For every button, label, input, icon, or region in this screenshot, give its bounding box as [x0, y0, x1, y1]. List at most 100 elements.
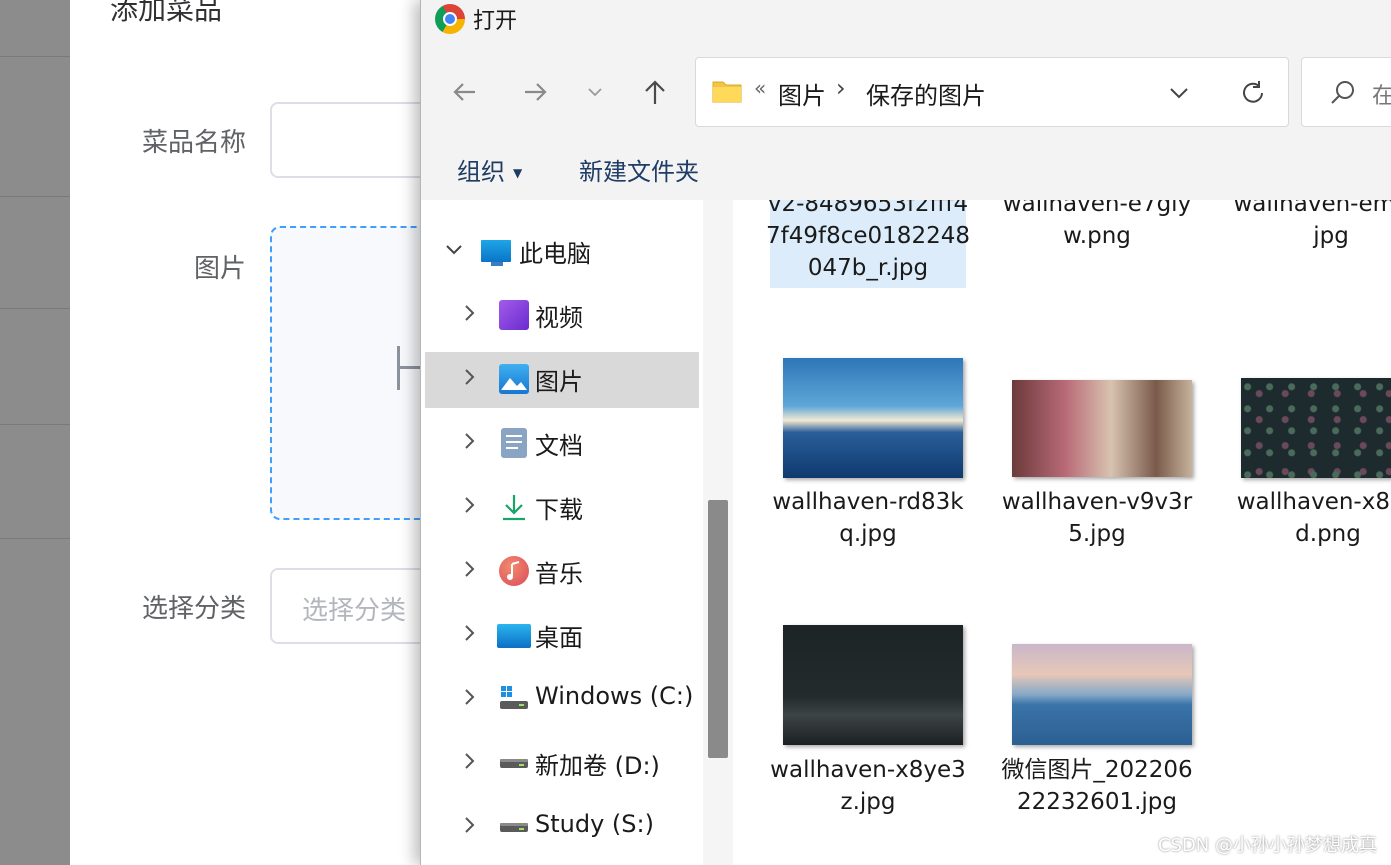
search-placeholder: 在	[1372, 78, 1391, 110]
tree-label: Study (S:)	[535, 810, 654, 838]
file-open-dialog: 打开 « 图片 › 保存的图片 在 组织▼ 新建文件夹	[420, 0, 1391, 865]
tree-item-music[interactable]: 音乐	[425, 544, 699, 600]
breadcrumb-saved-pictures[interactable]: 保存的图片	[866, 76, 986, 111]
recent-locations-button[interactable]	[575, 72, 615, 112]
tree-label: 视频	[535, 304, 583, 332]
dialog-titlebar: 打开	[421, 0, 1391, 40]
tree-item-drive-c[interactable]: Windows (C:)	[425, 672, 699, 728]
toolbar: 组织 ▼ 新建文件夹	[421, 140, 1391, 201]
file-item[interactable]: wallhaven-x8ye3z.jpg	[770, 618, 966, 838]
tree-item-documents[interactable]: 文档	[425, 416, 699, 472]
tree-label: 桌面	[535, 624, 583, 652]
up-button[interactable]	[635, 72, 675, 112]
watermark: CSDN @小孙小孙梦想成真	[1157, 835, 1377, 856]
arrow-up-icon	[645, 80, 665, 104]
search-box[interactable]: 在	[1301, 57, 1391, 127]
category-label: 选择分类	[141, 594, 246, 624]
forward-button[interactable]	[515, 72, 555, 112]
file-item[interactable]: wallhaven-x819d.png	[1228, 350, 1391, 560]
file-item[interactable]: v2-8489653f2fff47f49f8ce0182248047b_r.jp…	[766, 200, 970, 288]
new-folder-button[interactable]: 新建文件夹	[579, 152, 699, 187]
arrow-left-icon	[453, 83, 475, 101]
download-folder-icon	[499, 492, 529, 522]
plus-icon-vertical	[397, 346, 400, 390]
file-item[interactable]: wallhaven-e7glyw.png	[1003, 200, 1201, 260]
organize-menu[interactable]: 组织 ▼	[457, 152, 522, 187]
file-list: v2-8489653f2fff47f49f8ce0182248047b_r.jp…	[737, 200, 1391, 865]
chevron-right-icon[interactable]	[459, 494, 479, 521]
video-folder-icon	[499, 300, 529, 330]
thumbnail	[1241, 378, 1391, 478]
tree-label: 文档	[535, 432, 583, 460]
pictures-folder-icon	[499, 364, 529, 394]
dialog-title: 打开	[473, 9, 518, 34]
tree-item-desktop[interactable]: 桌面	[425, 608, 699, 664]
chevron-right-icon[interactable]	[459, 302, 479, 329]
dish-name-label: 菜品名称	[141, 128, 246, 158]
navigation-pane: 此电脑 视频 图片 文档 下载 音乐 桌面 Windows (C:) 新加卷 (…	[421, 200, 703, 865]
breadcrumb-overflow[interactable]: «	[754, 76, 766, 100]
tree-label: Windows (C:)	[535, 682, 694, 710]
file-item[interactable]: 微信图片_20220622232601.jpg	[999, 618, 1195, 848]
chevron-right-icon[interactable]	[459, 686, 479, 713]
file-name: v2-8489653f2fff47f49f8ce0182248047b_r.jp…	[766, 200, 970, 281]
arrow-right-icon	[525, 83, 547, 101]
category-select[interactable]: 选择分类	[270, 568, 430, 644]
windows-drive-icon	[499, 684, 529, 714]
file-name: wallhaven-emko.jpg	[1233, 200, 1391, 249]
dish-name-input[interactable]	[270, 102, 430, 178]
file-item[interactable]: wallhaven-rd83kq.jpg	[770, 350, 966, 560]
tree-item-this-pc[interactable]: 此电脑	[425, 224, 699, 280]
desktop-folder-icon	[497, 624, 531, 648]
chevron-right-icon[interactable]	[459, 622, 479, 649]
refresh-icon	[1243, 81, 1263, 103]
tree-item-pictures[interactable]: 图片	[425, 352, 699, 408]
documents-folder-icon	[501, 428, 527, 458]
chevron-right-icon[interactable]	[459, 558, 479, 585]
thumbnail	[783, 358, 963, 478]
file-name: wallhaven-rd83kq.jpg	[772, 489, 964, 547]
tree-label: 音乐	[535, 560, 583, 588]
dialog-body: 此电脑 视频 图片 文档 下载 音乐 桌面 Windows (C:) 新加卷 (…	[421, 200, 1391, 865]
tree-label: 图片	[535, 368, 583, 396]
drive-icon	[499, 812, 529, 842]
breadcrumb-separator: ›	[836, 74, 846, 102]
tree-label: 下载	[535, 496, 583, 524]
search-icon	[1331, 81, 1354, 104]
folder-icon	[712, 81, 742, 103]
thumbnail	[1012, 644, 1192, 745]
tree-label: 此电脑	[519, 240, 591, 268]
address-bar[interactable]: « 图片 › 保存的图片	[695, 57, 1289, 127]
background-overlay	[0, 0, 70, 865]
chevron-right-icon[interactable]	[459, 430, 479, 457]
tree-item-videos[interactable]: 视频	[425, 288, 699, 344]
file-name: wallhaven-x8ye3z.jpg	[770, 757, 966, 815]
chevron-down-icon	[1170, 88, 1188, 99]
file-name: wallhaven-x819d.png	[1236, 489, 1391, 547]
thumbnail	[783, 625, 963, 745]
chevron-down-icon	[588, 88, 602, 97]
music-folder-icon	[499, 556, 529, 586]
pc-icon	[481, 240, 511, 262]
file-name: 微信图片_20220622232601.jpg	[1001, 757, 1193, 815]
tree-item-drive-d[interactable]: 新加卷 (D:)	[425, 736, 699, 792]
chevron-right-icon[interactable]	[459, 814, 479, 841]
tree-label: 新加卷 (D:)	[535, 752, 660, 780]
breadcrumb-pictures[interactable]: 图片	[778, 76, 826, 111]
chevron-down-icon[interactable]	[443, 238, 465, 265]
dialog-title: 添加菜品	[110, 0, 223, 26]
tree-item-downloads[interactable]: 下载	[425, 480, 699, 536]
file-item[interactable]: wallhaven-emko.jpg	[1233, 200, 1391, 260]
chrome-icon	[435, 4, 465, 34]
file-name: wallhaven-e7glyw.png	[1002, 200, 1192, 249]
tree-item-drive-s[interactable]: Study (S:)	[425, 800, 699, 856]
nav-scrollbar-thumb[interactable]	[708, 500, 728, 758]
file-item[interactable]: wallhaven-v9v3r5.jpg	[999, 350, 1195, 560]
back-button[interactable]	[445, 72, 485, 112]
chevron-right-icon[interactable]	[459, 750, 479, 777]
image-label: 图片	[193, 254, 246, 284]
chevron-right-icon[interactable]	[459, 366, 479, 393]
drive-icon	[499, 748, 529, 778]
thumbnail	[1012, 380, 1192, 477]
image-upload-area[interactable]	[270, 226, 430, 520]
